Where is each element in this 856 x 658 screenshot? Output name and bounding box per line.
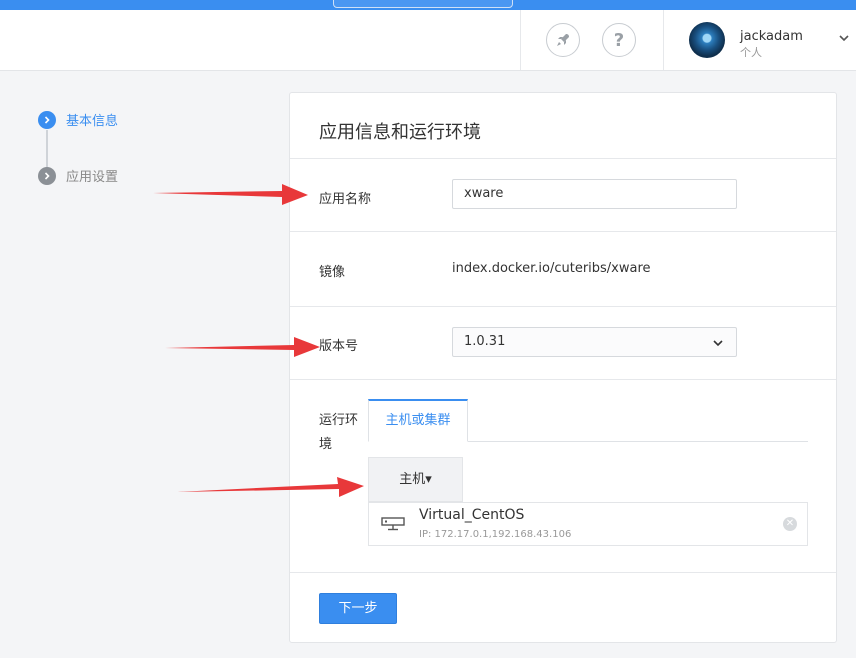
divider (290, 306, 836, 307)
user-type: 个人 (740, 46, 762, 59)
app-name-value: xware (464, 186, 504, 201)
app-name-label: 应用名称 (319, 192, 372, 207)
version-select[interactable]: 1.0.31 (452, 327, 737, 357)
user-name: jackadam (740, 29, 803, 44)
app-header: ? jackadam 个人 (0, 10, 856, 71)
chevron-right-icon (38, 166, 56, 185)
avatar[interactable] (689, 22, 725, 58)
close-icon[interactable]: ✕ (783, 517, 797, 531)
chevron-down-icon[interactable] (838, 32, 850, 44)
runtime-label: 运行环 (319, 413, 359, 428)
chevron-right-icon (38, 110, 56, 129)
image-label: 镜像 (319, 265, 346, 280)
app-name-input[interactable]: xware (452, 179, 737, 209)
divider (290, 572, 836, 573)
step-basic-info[interactable]: 基本信息 (38, 110, 118, 129)
form-card: 应用信息和运行环境 应用名称 xware 镜像 index.docker.io/… (289, 92, 837, 643)
help-icon[interactable]: ? (602, 23, 636, 57)
header-divider (520, 10, 521, 70)
next-button[interactable]: 下一步 (319, 593, 397, 624)
host-list-item[interactable]: Virtual_CentOS IP: 172.17.0.1,192.168.43… (368, 502, 808, 546)
step-label: 应用设置 (66, 170, 119, 185)
divider (290, 158, 836, 159)
tab-host-cluster[interactable]: 主机或集群 (368, 399, 468, 442)
host-name: Virtual_CentOS (419, 507, 525, 523)
page-title: 应用信息和运行环境 (319, 122, 481, 143)
monitor-icon (381, 517, 405, 531)
step-connector (46, 130, 48, 170)
top-accent-bar (0, 0, 856, 10)
version-label: 版本号 (319, 339, 359, 354)
annotation-arrow-icon (165, 337, 320, 357)
chevron-down-icon (713, 340, 723, 347)
image-value: index.docker.io/cuteribs/xware (452, 261, 651, 276)
step-label: 基本信息 (66, 114, 119, 129)
annotation-arrow-icon (153, 184, 308, 205)
annotation-arrow-icon (177, 477, 364, 497)
step-app-settings[interactable]: 应用设置 (38, 166, 118, 185)
rocket-icon[interactable] (546, 23, 580, 57)
divider (290, 231, 836, 232)
version-value: 1.0.31 (464, 334, 506, 349)
header-divider (663, 10, 664, 70)
host-dropdown-button[interactable]: 主机▾ (368, 457, 463, 502)
host-ip: IP: 172.17.0.1,192.168.43.106 (419, 529, 572, 540)
runtime-label-cont: 境 (319, 437, 333, 452)
divider (290, 379, 836, 380)
top-tab[interactable] (333, 0, 513, 8)
